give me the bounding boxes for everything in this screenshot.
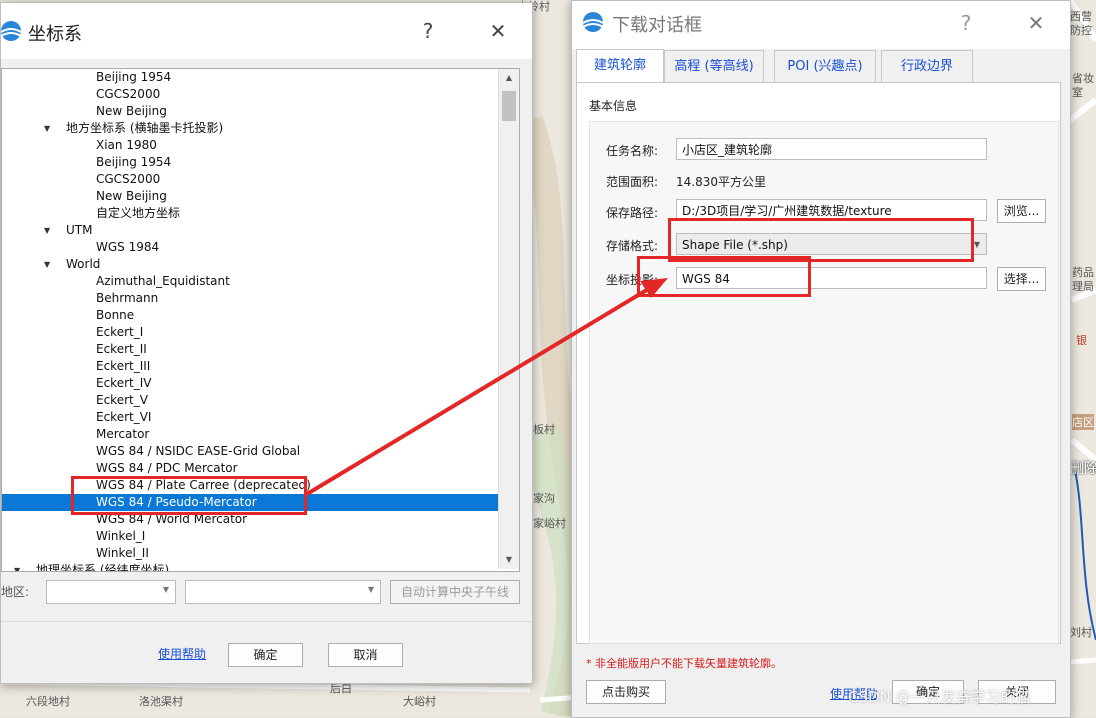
map-label: 大峪村 <box>403 695 436 708</box>
map-label: 刘村 <box>1070 626 1092 639</box>
tree-item-label: CGCS2000 <box>96 172 161 186</box>
dialog-title: 坐标系 <box>28 24 82 45</box>
expand-caret-icon[interactable]: ▼ <box>44 120 50 137</box>
cancel-button[interactable]: 取消 <box>328 643 403 667</box>
expand-caret-icon[interactable]: ▼ <box>14 562 20 571</box>
subregion-select[interactable]: ▼ <box>185 580 381 604</box>
chevron-down-icon: ▼ <box>973 240 980 249</box>
save-path-field[interactable]: D:/3D项目/学习/广州建筑数据/texture <box>676 199 987 221</box>
tree-item-label: Eckert_IV <box>96 376 152 390</box>
close-icon[interactable]: ✕ <box>1020 7 1052 39</box>
group-title: 基本信息 <box>589 99 638 113</box>
tree-item-label: Eckert_V <box>96 393 148 407</box>
map-label: 家峪村 <box>533 517 566 530</box>
tab-panel: 基本信息 任务名称: 小店区_建筑轮廓 范围面积: 14.830平方公里 保存路… <box>576 82 1061 644</box>
tree-scrollbar[interactable]: ▲ ▼ <box>498 69 519 569</box>
tab-poi[interactable]: POI (兴趣点) <box>774 50 876 82</box>
region-label: 地区: <box>1 585 30 599</box>
area-label: 范围面积: <box>606 175 659 189</box>
map-label: 银 <box>1076 334 1087 347</box>
map-label: 删除 <box>1070 461 1096 477</box>
map-label: 店区 <box>1072 414 1094 430</box>
expand-caret-icon[interactable]: ▼ <box>44 256 50 273</box>
map-label: 理局 <box>1072 280 1094 293</box>
app-logo-icon <box>582 12 604 32</box>
task-name-label: 任务名称: <box>606 144 659 158</box>
tab-elevation[interactable]: 高程 (等高线) <box>664 50 764 82</box>
scroll-up-icon[interactable]: ▲ <box>499 69 519 87</box>
tree-item-label: 地方坐标系 (横轴墨卡托投影) <box>66 121 224 135</box>
tree-item-label: Behrmann <box>96 291 159 305</box>
browse-button[interactable]: 浏览... <box>997 199 1046 223</box>
tree-item-label: WGS 84 / Pseudo-Mercator <box>96 495 257 509</box>
tree-item-label: UTM <box>66 223 93 237</box>
expand-caret-icon[interactable]: ▼ <box>44 222 50 239</box>
app-logo-icon <box>1 21 22 41</box>
auto-central-meridian-button[interactable]: 自动计算中央子午线 <box>390 580 520 604</box>
tree-item-label: 自定义地方坐标 <box>96 206 181 220</box>
tree-item-label: WGS 84 / NSIDC EASE-Grid Global <box>96 444 301 458</box>
tree-item-label: Eckert_I <box>96 325 144 339</box>
help-icon[interactable]: ? <box>412 15 444 47</box>
help-icon[interactable]: ? <box>950 7 982 39</box>
tree-item[interactable]: WGS 84 / Pseudo-Mercator <box>2 494 499 511</box>
tree-item-label: Winkel_II <box>96 546 149 560</box>
tree-item-label: New Beijing <box>96 189 167 203</box>
basic-info-group: 任务名称: 小店区_建筑轮廓 范围面积: 14.830平方公里 保存路径: D:… <box>589 121 1059 644</box>
map-label: 板村 <box>533 423 555 436</box>
tree-item-label: Azimuthal_Equidistant <box>96 274 230 288</box>
projection-field[interactable]: WGS 84 <box>676 267 987 289</box>
format-label: 存储格式: <box>606 239 659 253</box>
tree-item-label: Xian 1980 <box>96 138 157 152</box>
coordinate-system-dialog: 坐标系 ? ✕ Beijing 1954 CGCS2000 New Beijing ▼… <box>0 2 533 684</box>
tree-item-label: 地理坐标系 (经纬度坐标) <box>36 563 170 572</box>
format-select[interactable]: Shape File (*.shp) ▼ <box>676 233 987 255</box>
projection-label: 坐标投影: <box>606 273 659 287</box>
ok-button[interactable]: 确定 <box>228 643 303 667</box>
task-name-field[interactable]: 小店区_建筑轮廓 <box>676 138 987 160</box>
tree-item-label: Beijing 1954 <box>96 70 172 84</box>
buy-button[interactable]: 点击购买 <box>586 680 666 704</box>
tree-item-label: World <box>66 257 101 271</box>
map-label: 六段地村 <box>26 695 70 708</box>
tree-item-label: Winkel_I <box>96 529 146 543</box>
tree-item-label: Eckert_VI <box>96 410 152 424</box>
dialog-titlebar: 下载对话框 ? ✕ <box>572 1 1070 49</box>
tab-admin-boundary[interactable]: 行政边界 <box>881 50 973 82</box>
map-label: 洛池渠村 <box>139 695 183 708</box>
tree-item-label: CGCS2000 <box>96 87 161 101</box>
choose-projection-button[interactable]: 选择... <box>997 267 1046 291</box>
dialog-titlebar: 坐标系 ? ✕ <box>1 3 532 59</box>
tree-item-label: Eckert_III <box>96 359 151 373</box>
tree-item-label: WGS 84 / PDC Mercator <box>96 461 238 475</box>
help-link[interactable]: 使用帮助 <box>158 645 206 662</box>
map-label: 防控 <box>1070 24 1092 37</box>
tree-item-label: Eckert_II <box>96 342 147 356</box>
tree-item-label: Beijing 1954 <box>96 155 172 169</box>
tab-building-outline[interactable]: 建筑轮廓 <box>576 49 664 83</box>
dialog-title: 下载对话框 <box>612 15 702 36</box>
map-label: 室 <box>1072 86 1083 99</box>
region-select[interactable]: ▼ <box>46 580 176 604</box>
save-path-label: 保存路径: <box>606 206 659 220</box>
tree-item-label: Mercator <box>96 427 150 441</box>
tree-item-label: WGS 1984 <box>96 240 160 254</box>
coordinate-tree: Beijing 1954 CGCS2000 New Beijing ▼ 地方坐标系 (横… <box>1 68 520 572</box>
tree-item-label: WGS 84 / World Mercator <box>96 512 248 526</box>
tree-item-label: WGS 84 / Plate Carree (deprecated) <box>96 478 311 492</box>
scroll-thumb[interactable] <box>502 91 516 121</box>
download-dialog: 下载对话框 ? ✕ 建筑轮廓 高程 (等高线) POI (兴趣点) 行政边界 基… <box>571 0 1071 718</box>
tree-item-label: New Beijing <box>96 104 167 118</box>
scroll-down-icon[interactable]: ▼ <box>499 551 519 569</box>
divider <box>1 621 532 622</box>
license-warning: * 非全能版用户不能下载矢量建筑轮廓。 <box>586 657 782 670</box>
chevron-down-icon: ▼ <box>162 585 169 594</box>
watermark: CSDN @一只发奋学习的猫 <box>848 688 1031 706</box>
map-label: 家沟 <box>533 492 555 505</box>
format-select-value: Shape File (*.shp) <box>682 238 788 252</box>
close-icon[interactable]: ✕ <box>482 15 514 47</box>
tree-item-label: Bonne <box>96 308 135 322</box>
chevron-down-icon: ▼ <box>367 585 374 594</box>
area-value: 14.830平方公里 <box>676 175 766 189</box>
